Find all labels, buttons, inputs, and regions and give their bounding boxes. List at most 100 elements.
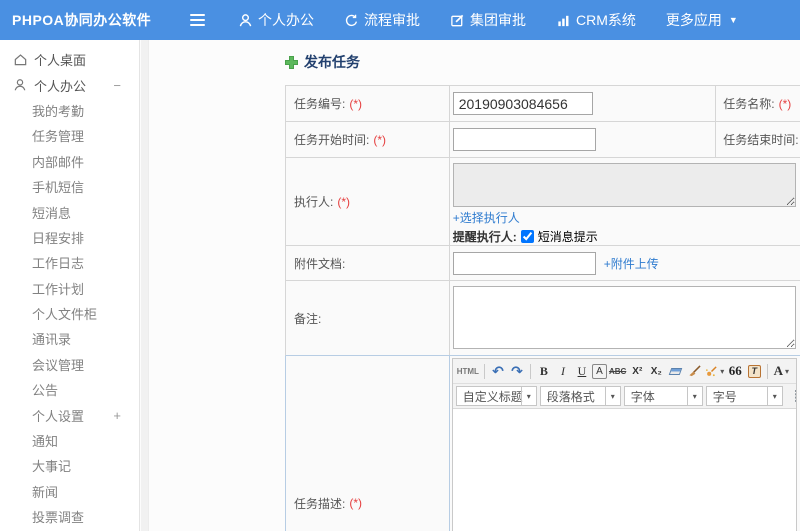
sidebar-item-meeting-management[interactable]: 会议管理 (0, 352, 139, 377)
nav-personal-office[interactable]: 个人办公 (238, 10, 314, 30)
blockquote-button[interactable]: 66 (726, 361, 744, 381)
sms-remind-checkbox[interactable] (520, 230, 534, 243)
sidebar-item-label: 短消息 (32, 205, 72, 221)
sidebar-item-survey[interactable]: 投票调查 (0, 504, 139, 529)
undo-button[interactable]: ↶ (489, 361, 507, 381)
caret-down-icon: ▾ (604, 387, 620, 405)
remind-executor-label: 提醒执行人: (452, 230, 517, 244)
choose-executor-link[interactable]: +选择执行人 (453, 211, 520, 225)
font-family-dropdown[interactable]: 字体 ▾ (623, 386, 703, 406)
required-mark: (*) (337, 194, 351, 209)
sidebar-item-work-plan[interactable]: 工作计划 (0, 276, 139, 301)
sidebar-item-short-message[interactable]: 短消息 (0, 199, 139, 224)
sidebar-item-mobile-sms[interactable]: 手机短信 (0, 174, 139, 199)
sidebar-item-announcement[interactable]: 公告 (0, 377, 139, 402)
sidebar-item-personal-files[interactable]: 个人文件柜 (0, 301, 139, 326)
page-title: 发布任务 (285, 52, 360, 72)
editor-toolbar-row2: 自定义标题 ▾ 段落格式 ▾ 字体 ▾ 字号 ▾ (452, 384, 796, 409)
underline-button[interactable]: U (573, 361, 591, 381)
italic-button[interactable]: I (554, 361, 572, 381)
strikethrough-button[interactable]: ABC (608, 361, 627, 381)
hamburger-icon (190, 24, 205, 26)
paragraph-format-dropdown[interactable]: 段落格式 ▾ (539, 386, 621, 406)
expand-icon[interactable]: + (113, 408, 121, 423)
align-left-button[interactable] (794, 386, 796, 406)
sidebar-item-my-attendance[interactable]: 我的考勤 (0, 98, 139, 123)
top-nav: 个人办公 流程审批 集团审批 CRM系统 更多应用 ▼ (238, 10, 768, 30)
paste-as-text-button[interactable]: T (745, 361, 763, 381)
sidebar-item-label: 个人桌面 (34, 53, 87, 69)
bold-button[interactable]: B (535, 361, 553, 381)
attachment-upload-link[interactable]: +附件上传 (604, 255, 659, 272)
top-bar: PHPOA协同办公软件 个人办公 流程审批 集团审批 CRM系统 更多应用 ▼ (0, 0, 800, 40)
editor-content-area[interactable] (452, 409, 796, 531)
sidebar-scrollbar[interactable] (141, 40, 149, 531)
sidebar-item-personal-office[interactable]: 个人办公 − (0, 72, 139, 97)
font-style-button[interactable]: A (591, 363, 607, 379)
form-row-description: 任务描述: (*) HTML ↶ ↷ B I U A ABC X² X₂ ▾ 6… (285, 356, 800, 531)
nav-crm-system[interactable]: CRM系统 (556, 10, 636, 30)
sidebar-item-label: 内部邮件 (32, 154, 85, 170)
collapse-icon[interactable]: − (113, 78, 121, 93)
caret-down-icon: ▾ (520, 387, 536, 405)
sidebar-item-internal-mail[interactable]: 内部邮件 (0, 149, 139, 174)
font-color-button[interactable]: A ▾ (772, 361, 790, 381)
required-mark: (*) (778, 96, 792, 111)
edit-icon (451, 14, 464, 26)
required-mark: (*) (349, 96, 363, 111)
redo-button[interactable]: ↷ (508, 361, 526, 381)
task-no-input[interactable] (452, 92, 593, 115)
paint-brush-button[interactable] (685, 361, 703, 381)
sidebar-item-personal-desktop[interactable]: 个人桌面 (0, 47, 139, 72)
app-root: PHPOA协同办公软件 个人办公 流程审批 集团审批 CRM系统 更多应用 ▼ … (0, 0, 800, 531)
sidebar-item-contacts[interactable]: 通讯录 (0, 326, 139, 351)
toolbar-separator (767, 363, 769, 379)
toolbar-separator (529, 363, 531, 379)
subscript-button[interactable]: X₂ (647, 361, 665, 381)
task-name-label: 任务名称: (*) (723, 96, 792, 112)
sidebar-item-label: 公告 (32, 383, 59, 399)
caret-down-icon: ▼ (728, 15, 738, 25)
sidebar: 个人桌面 个人办公 − 我的考勤 任务管理 内部邮件 手机短信 短消息 日程安排… (0, 40, 140, 531)
nav-more-apps[interactable]: 更多应用 ▼ (666, 10, 738, 30)
sidebar-item-label: 通知 (32, 434, 59, 450)
nav-group-approval[interactable]: 集团审批 (450, 10, 526, 30)
remove-format-button[interactable] (666, 361, 684, 381)
sidebar-item-news[interactable]: 新闻 (0, 479, 139, 504)
custom-heading-dropdown[interactable]: 自定义标题 ▾ (455, 386, 537, 406)
sidebar-item-label: 会议管理 (32, 357, 85, 373)
superscript-button[interactable]: X² (628, 361, 646, 381)
sidebar-item-task-management[interactable]: 任务管理 (0, 123, 139, 148)
publish-task-form: 任务编号:(*) 任务名称:(*) 任务开始时间:(*) 任务结束时间: (285, 85, 800, 531)
nav-label: 集团审批 (470, 12, 526, 28)
sidebar-item-notice[interactable]: 通知 (0, 428, 139, 453)
caret-down-icon: ▾ (766, 387, 782, 405)
font-size-dropdown[interactable]: 字号 ▾ (705, 386, 783, 406)
nav-label: 更多应用 (665, 12, 722, 28)
attachment-input[interactable] (452, 251, 596, 275)
sidebar-item-label: 我的考勤 (32, 103, 85, 119)
nav-label: 流程审批 (364, 12, 420, 28)
form-row-start-time: 任务开始时间:(*) 任务结束时间:(*) (285, 122, 800, 158)
sidebar-item-personal-settings[interactable]: 个人设置 + (0, 402, 139, 427)
sms-remind-label: 短消息提示 (537, 230, 598, 244)
remark-textarea[interactable] (452, 286, 796, 349)
form-row-executor: 执行人: (*) +选择执行人 提醒执行人: 短消息提示 (285, 158, 800, 246)
page-title-text: 发布任务 (304, 54, 360, 70)
bar-chart-icon (558, 15, 569, 26)
main-content: 发布任务 任务编号:(*) 任务名称:(*) 任务开始时间:(*) (150, 40, 800, 531)
html-source-button[interactable]: HTML (456, 361, 480, 381)
start-time-input[interactable] (452, 128, 596, 151)
sidebar-item-work-log[interactable]: 工作日志 (0, 250, 139, 275)
magic-brush-icon (706, 365, 717, 376)
sidebar-item-schedule[interactable]: 日程安排 (0, 225, 139, 250)
eraser-icon (668, 367, 683, 375)
sidebar-item-major-events[interactable]: 大事记 (0, 453, 139, 478)
menu-toggle-button[interactable] (190, 14, 210, 26)
executor-textarea[interactable] (452, 163, 796, 207)
editor-toolbar-row1: HTML ↶ ↷ B I U A ABC X² X₂ ▾ 66 T A ▾ (452, 359, 796, 384)
format-brush-button[interactable]: ▾ (704, 361, 725, 381)
nav-workflow-approval[interactable]: 流程审批 (344, 10, 420, 30)
sidebar-item-label: 日程安排 (32, 230, 85, 246)
attachment-label: 附件文档: (286, 246, 450, 280)
